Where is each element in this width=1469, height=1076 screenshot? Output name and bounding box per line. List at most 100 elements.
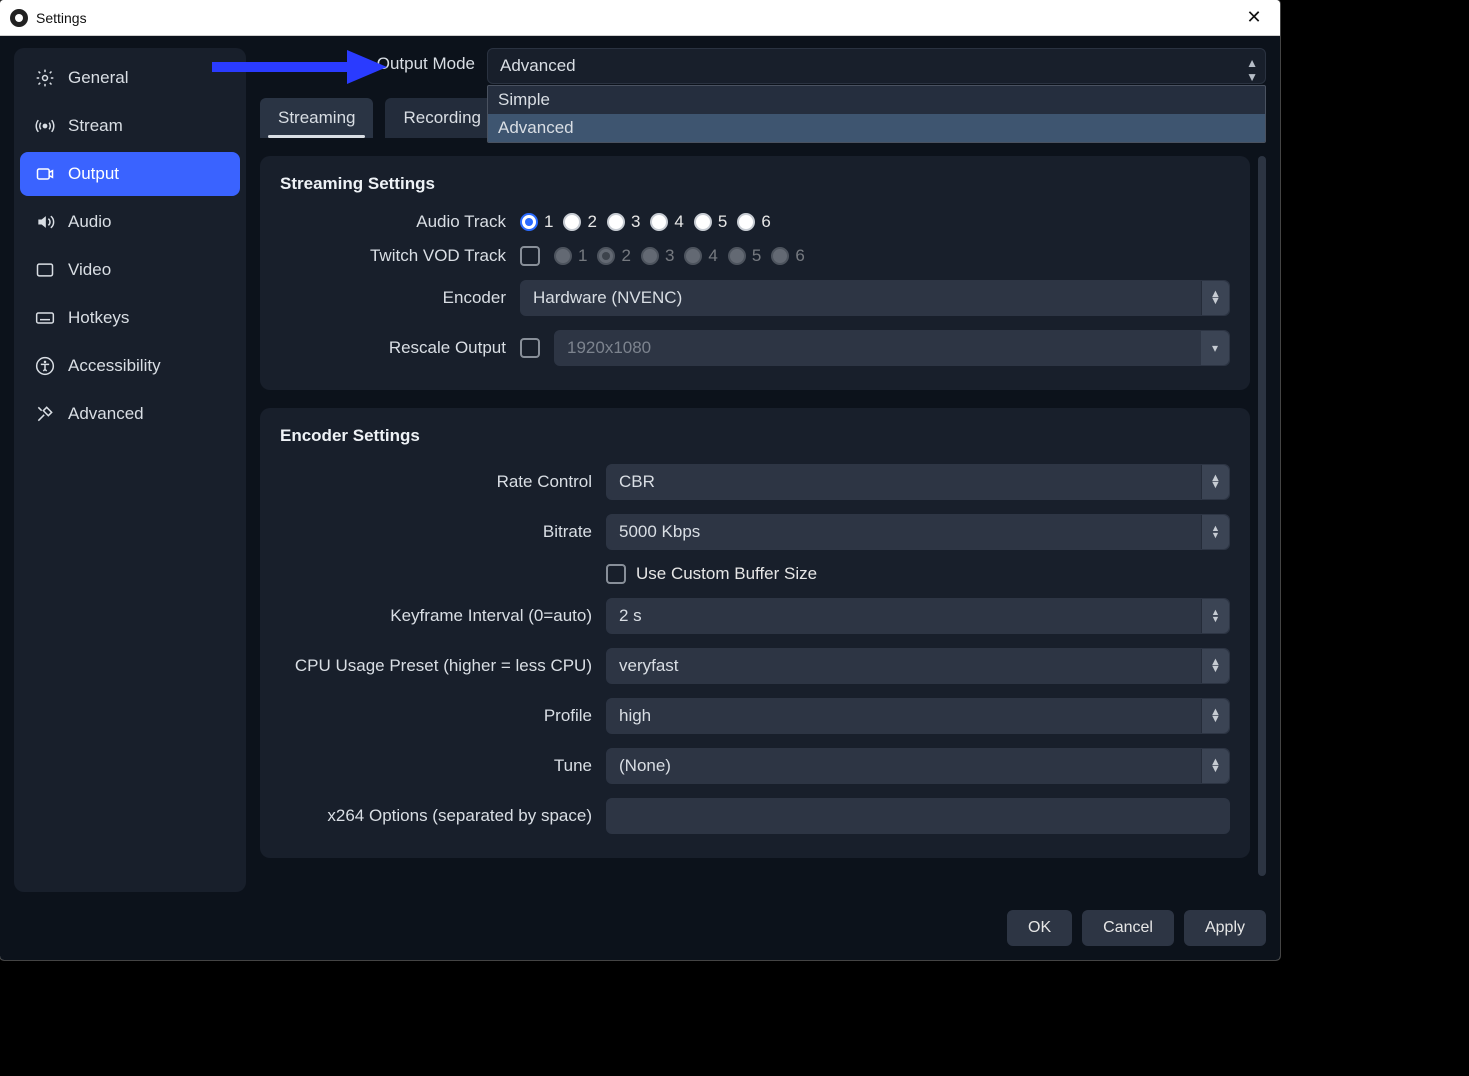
bitrate-label: Bitrate [280,522,592,542]
audio-track-5[interactable] [694,213,712,231]
tune-value: (None) [619,756,671,776]
scrollbar[interactable] [1258,156,1266,876]
rescale-output-value: 1920x1080 [567,338,651,358]
output-mode-label: Output Mode [260,48,475,74]
updown-icon: ▲▼ [1201,515,1229,549]
vod-track-6 [771,247,789,265]
sidebar-item-label: Output [68,164,119,184]
chevron-down-icon: ▾ [1201,331,1229,365]
settings-window: Settings ✕ General Stream Output [0,0,1280,960]
encoder-label: Encoder [280,288,506,308]
vod-track-2 [597,247,615,265]
encoder-settings-heading: Encoder Settings [280,426,1230,446]
rescale-output-checkbox[interactable] [520,338,540,358]
rescale-output-label: Rescale Output [280,338,506,358]
sidebar-item-label: Stream [68,116,123,136]
sidebar-item-label: Accessibility [68,356,161,376]
sidebar-item-advanced[interactable]: Advanced [20,392,240,436]
title-bar: Settings ✕ [0,0,1280,36]
updown-icon: ▲▼ [1201,649,1229,683]
vod-track-4 [684,247,702,265]
use-custom-buffer-label: Use Custom Buffer Size [636,564,817,584]
keyframe-interval-spinbox[interactable]: 2 s ▲▼ [606,598,1230,634]
updown-icon: ▲▼ [1246,56,1258,84]
content-area: General Stream Output Audio Video [0,36,1280,960]
keyboard-icon [34,307,56,329]
encoder-value: Hardware (NVENC) [533,288,682,308]
accessibility-icon [34,355,56,377]
vod-track-5 [728,247,746,265]
sidebar-item-label: Video [68,260,111,280]
sidebar-item-accessibility[interactable]: Accessibility [20,344,240,388]
profile-select[interactable]: high ▲▼ [606,698,1230,734]
sidebar-item-stream[interactable]: Stream [20,104,240,148]
output-mode-value: Advanced [500,56,576,76]
output-mode-select[interactable]: Advanced ▲▼ [487,48,1266,84]
output-mode-option-simple[interactable]: Simple [488,86,1265,114]
audio-track-3[interactable] [607,213,625,231]
streaming-settings-heading: Streaming Settings [280,174,1230,194]
window-title: Settings [36,10,87,26]
updown-icon: ▲▼ [1201,599,1229,633]
sidebar-item-audio[interactable]: Audio [20,200,240,244]
audio-track-2[interactable] [563,213,581,231]
ok-button[interactable]: OK [1007,910,1072,946]
tab-label: Streaming [278,108,355,127]
sidebar-item-label: Advanced [68,404,144,424]
updown-icon: ▲▼ [1201,465,1229,499]
audio-track-6[interactable] [737,213,755,231]
apply-button[interactable]: Apply [1184,910,1266,946]
use-custom-buffer-checkbox[interactable] [606,564,626,584]
sidebar-item-video[interactable]: Video [20,248,240,292]
audio-track-radios: 1 2 3 4 5 6 [520,212,1230,232]
profile-value: high [619,706,651,726]
profile-label: Profile [280,706,592,726]
rate-control-label: Rate Control [280,472,592,492]
tab-streaming[interactable]: Streaming [260,98,373,138]
rate-control-value: CBR [619,472,655,492]
output-icon [34,163,56,185]
cpu-preset-select[interactable]: veryfast ▲▼ [606,648,1230,684]
streaming-settings-card: Streaming Settings Audio Track 1 2 3 4 5 [260,156,1250,390]
sidebar-item-label: Audio [68,212,111,232]
tab-recording[interactable]: Recording [385,98,499,138]
close-button[interactable]: ✕ [1234,3,1274,33]
cancel-button[interactable]: Cancel [1082,910,1174,946]
bitrate-spinbox[interactable]: 5000 Kbps ▲▼ [606,514,1230,550]
sidebar-item-label: General [68,68,128,88]
tools-icon [34,403,56,425]
audio-track-label: Audio Track [280,212,506,232]
tune-select[interactable]: (None) ▲▼ [606,748,1230,784]
sidebar-item-general[interactable]: General [20,56,240,100]
sidebar-item-label: Hotkeys [68,308,129,328]
obs-logo-icon [10,9,28,27]
sidebar: General Stream Output Audio Video [14,48,246,892]
rescale-output-select[interactable]: 1920x1080 ▾ [554,330,1230,366]
output-mode-option-advanced[interactable]: Advanced [488,114,1265,142]
main-panel: Output Mode Advanced ▲▼ Simple Advanced [260,48,1266,892]
output-mode-row: Output Mode Advanced ▲▼ Simple Advanced [260,48,1266,84]
encoder-settings-card: Encoder Settings Rate Control CBR ▲▼ [260,408,1250,858]
output-mode-dropdown: Simple Advanced [487,85,1266,143]
gear-icon [34,67,56,89]
vod-track-3 [641,247,659,265]
tune-label: Tune [280,756,592,776]
bitrate-value: 5000 Kbps [619,522,700,542]
x264-options-input[interactable] [606,798,1230,834]
updown-icon: ▲▼ [1201,699,1229,733]
rate-control-select[interactable]: CBR ▲▼ [606,464,1230,500]
audio-track-4[interactable] [650,213,668,231]
audio-icon [34,211,56,233]
audio-track-1[interactable] [520,213,538,231]
dialog-footer: OK Cancel Apply [1007,910,1266,946]
updown-icon: ▲▼ [1201,281,1229,315]
cpu-preset-value: veryfast [619,656,679,676]
cpu-preset-label: CPU Usage Preset (higher = less CPU) [280,656,592,676]
encoder-select[interactable]: Hardware (NVENC) ▲▼ [520,280,1230,316]
sidebar-item-hotkeys[interactable]: Hotkeys [20,296,240,340]
vod-track-1 [554,247,572,265]
sidebar-item-output[interactable]: Output [20,152,240,196]
twitch-vod-track-checkbox[interactable] [520,246,540,266]
updown-icon: ▲▼ [1201,749,1229,783]
keyframe-interval-label: Keyframe Interval (0=auto) [280,606,592,626]
